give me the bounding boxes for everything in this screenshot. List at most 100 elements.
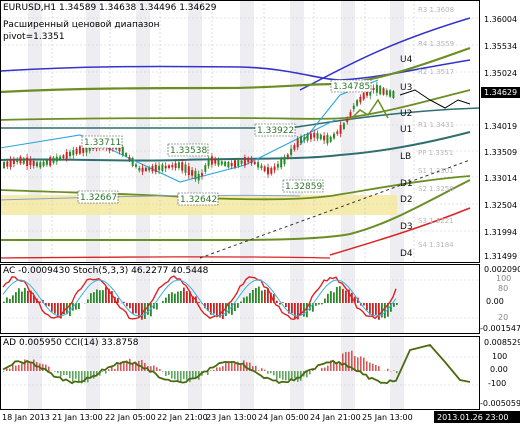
candle-body xyxy=(293,145,295,149)
price-label: 1.32504 xyxy=(484,201,517,210)
ac-axis-label: 0.002090 xyxy=(484,265,520,274)
candle-body xyxy=(158,166,160,170)
level-d3: D3 xyxy=(400,222,413,232)
price-label: 1.35024 xyxy=(484,69,517,78)
ac-bar xyxy=(162,301,164,303)
chart-canvas[interactable]: 1.33711 1.33538 1.33922 1.34785 1.32859 … xyxy=(0,0,520,425)
cci-bar xyxy=(219,367,221,371)
cci-bar xyxy=(273,371,275,375)
cci-bar xyxy=(396,371,398,373)
cci-bar xyxy=(333,362,335,371)
cci-bar xyxy=(258,370,260,371)
cci-bar xyxy=(21,363,23,371)
candle-body xyxy=(323,136,325,141)
cci-bar xyxy=(156,367,158,371)
ac-bar xyxy=(99,290,101,303)
cci-bar xyxy=(225,362,227,371)
candle-body xyxy=(336,132,338,134)
indicator-title: Расширенный ценовой диапазон xyxy=(3,20,160,30)
candle-body xyxy=(125,153,127,156)
callout-4: 1.34785 xyxy=(331,80,371,92)
ad-pane-label: AD 0.005950 CCI(14) 33.8758 xyxy=(3,338,139,348)
level-r4: R4 1.3559 xyxy=(418,40,454,48)
ad-axis-label: -0.005059 xyxy=(480,399,520,408)
cci-bar xyxy=(216,367,218,371)
cci-bar xyxy=(192,371,194,379)
candle-body xyxy=(251,158,253,163)
candle-body xyxy=(343,123,345,129)
ac-axis-label: 0.00 xyxy=(486,297,504,306)
candle-body xyxy=(284,157,286,165)
ac-bar xyxy=(285,303,287,307)
session-stripe xyxy=(341,336,355,410)
cci-bar xyxy=(234,363,236,371)
candle-body xyxy=(16,160,18,163)
ac-axis-label: 80 xyxy=(498,284,508,293)
candle-body xyxy=(175,163,177,168)
ac-bar xyxy=(183,288,185,303)
candle-body xyxy=(46,160,48,164)
trading-chart[interactable]: 1.33711 1.33538 1.33922 1.34785 1.32859 … xyxy=(0,0,520,425)
ac-bar xyxy=(165,298,167,303)
price-label: 1.31994 xyxy=(484,228,517,237)
candle-body xyxy=(264,166,266,171)
ac-bar xyxy=(180,291,182,303)
ad-cci-pane[interactable]: AD 0.005950 CCI(14) 33.8758 xyxy=(0,336,480,410)
ac-bar xyxy=(87,299,89,303)
cci-bar xyxy=(345,352,347,371)
candle-body xyxy=(33,161,35,166)
session-stripe xyxy=(136,0,150,262)
cci-bar xyxy=(348,352,350,371)
level-r2: R2 1.3517 xyxy=(418,68,454,76)
ac-bar xyxy=(24,288,26,303)
candle-body xyxy=(181,162,183,170)
cci-bar xyxy=(276,371,278,380)
candle-body xyxy=(142,168,144,172)
ac-axis-label: 20 xyxy=(498,313,508,322)
cci-bar xyxy=(93,371,95,379)
ac-bar xyxy=(234,303,236,311)
candle-body xyxy=(165,166,167,169)
ac-stoch-pane[interactable]: AC -0.0009430 Stoch(5,3,3) 46.2277 40.54… xyxy=(0,264,480,334)
main-price-pane[interactable]: 1.33711 1.33538 1.33922 1.34785 1.32859 … xyxy=(0,0,480,263)
level-u4: U4 xyxy=(400,55,413,65)
ac-bar xyxy=(51,303,53,312)
ac-bar xyxy=(156,303,158,310)
candle-body xyxy=(138,168,140,170)
level-d1: D1 xyxy=(400,179,413,189)
time-axis[interactable]: 18 Jan 2013 21 Jan 13:00 22 Jan 05:00 22… xyxy=(2,411,520,423)
ac-bar xyxy=(315,303,317,306)
ac-bar xyxy=(363,303,365,305)
ac-bar xyxy=(396,303,398,305)
candle-body xyxy=(333,134,335,138)
candle-body xyxy=(277,164,279,168)
cci-bar xyxy=(180,371,182,383)
candle-body xyxy=(53,158,55,163)
candle-body xyxy=(29,160,31,165)
ac-bar xyxy=(168,294,170,303)
session-stripe xyxy=(240,0,254,262)
session-stripe xyxy=(240,336,254,410)
cci-bar xyxy=(177,371,179,381)
cci-bar xyxy=(297,371,299,382)
ac-bar xyxy=(291,303,293,313)
price-label: 1.34019 xyxy=(484,122,517,131)
ac-bar xyxy=(282,302,284,303)
ad-axis-label: 100 xyxy=(492,352,507,361)
candle-body xyxy=(389,90,391,96)
ac-bar xyxy=(135,303,137,313)
callout-text: 1.33711 xyxy=(84,138,121,148)
ac-bar xyxy=(366,303,368,310)
candle-body xyxy=(317,133,319,139)
candle-body xyxy=(379,86,381,94)
candle-body xyxy=(155,165,157,172)
callout-5: 1.32859 xyxy=(283,180,323,192)
price-label: 1.36004 xyxy=(484,15,517,24)
candle-body xyxy=(145,168,147,171)
callout-text: 1.34785 xyxy=(333,82,370,92)
candle-body xyxy=(257,162,259,167)
symbol-line: EURUSD,H1 1.34589 1.34638 1.34496 1.3462… xyxy=(3,3,217,13)
price-axis[interactable]: 1.36004 1.35534 1.35024 1.34629 1.34019 … xyxy=(481,15,520,261)
candle-body xyxy=(59,156,61,159)
candle-body xyxy=(161,164,163,170)
